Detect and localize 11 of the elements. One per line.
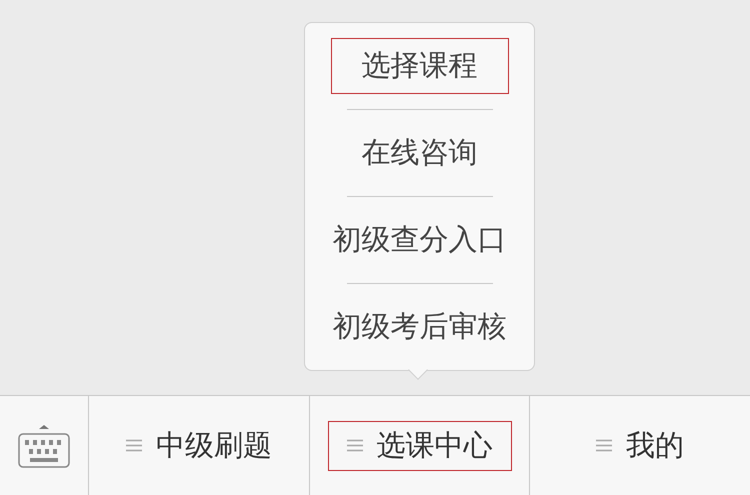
menu-item[interactable]: 初级考后审核 bbox=[332, 299, 508, 355]
menu-tab[interactable]: 选课中心 bbox=[328, 420, 512, 470]
menu-item[interactable]: 在线咨询 bbox=[360, 125, 478, 181]
menu-item[interactable]: 选择课程 bbox=[330, 38, 508, 94]
menu-tab[interactable]: 中级刷题 bbox=[106, 420, 291, 470]
menu-tab[interactable]: 我的 bbox=[577, 420, 704, 470]
menu-icon bbox=[596, 439, 612, 452]
keyboard-icon[interactable] bbox=[18, 422, 70, 468]
menu-icon bbox=[126, 439, 142, 452]
menu-icon bbox=[346, 439, 362, 452]
menu-item[interactable]: 初级查分入口 bbox=[332, 212, 508, 268]
